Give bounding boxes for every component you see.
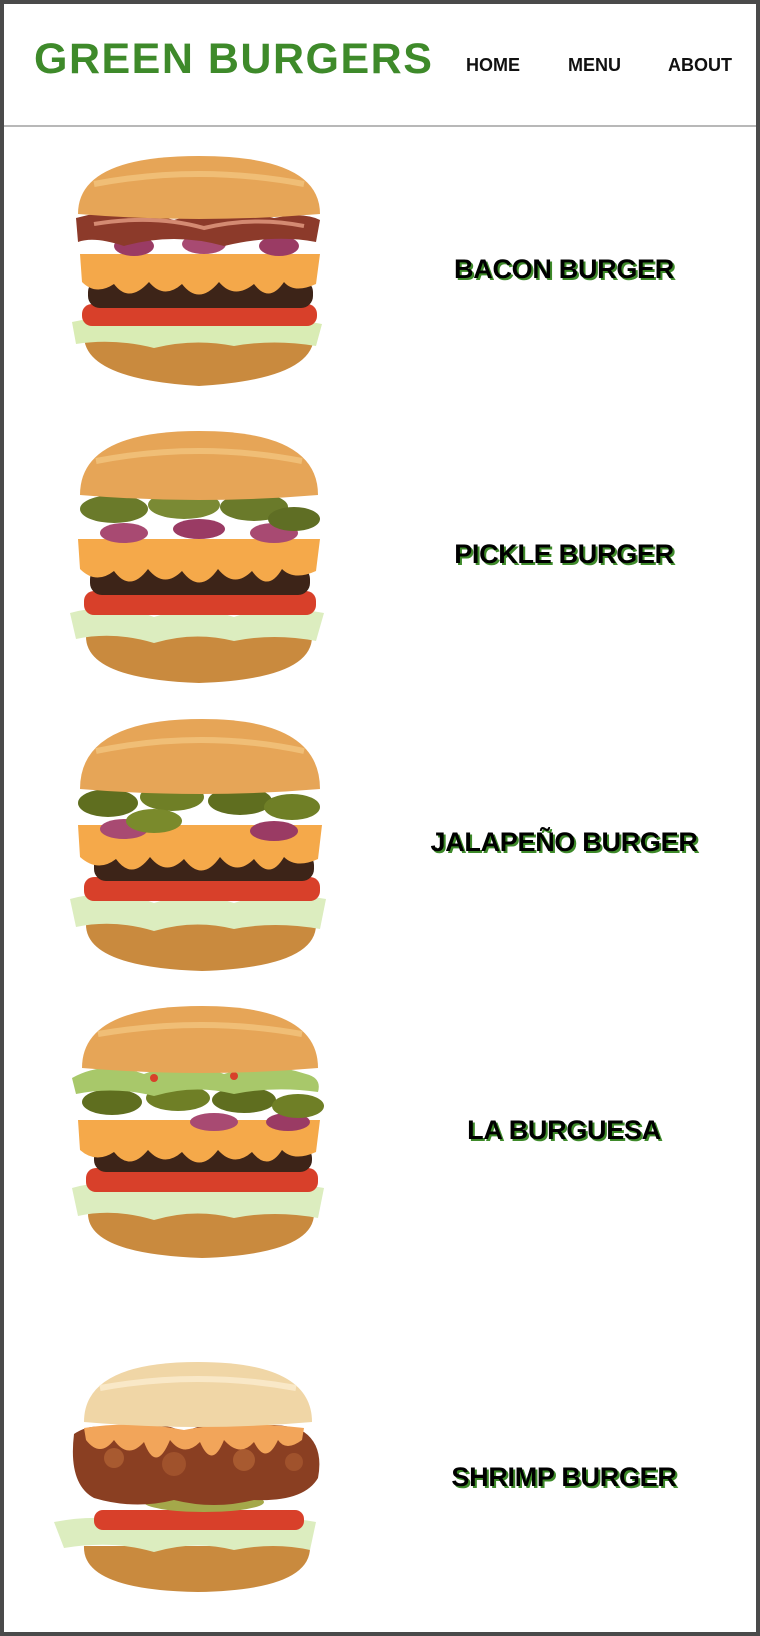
nav-home-link[interactable]: HOME	[466, 56, 520, 74]
la-burguesa-image	[72, 1006, 324, 1258]
pickle-burger-image	[70, 431, 324, 683]
bacon-burger-image	[72, 156, 322, 386]
nav-menu-link[interactable]: MENU	[568, 56, 621, 74]
menu-item-name[interactable]: LA BURGUESA	[374, 1117, 754, 1144]
page-frame: GREEN BURGERS HOME MENU ABOUT BACON BURG…	[0, 0, 760, 1636]
menu-item-name[interactable]: SHRIMP BURGER	[374, 1464, 754, 1491]
site-logo-text[interactable]: GREEN BURGERS	[34, 38, 433, 81]
menu-item-name[interactable]: BACON BURGER	[374, 256, 754, 283]
menu-item-name[interactable]: PICKLE BURGER	[374, 541, 754, 568]
menu-item-name[interactable]: JALAPEÑO BURGER	[374, 829, 754, 856]
site-header: GREEN BURGERS HOME MENU ABOUT	[4, 4, 756, 127]
nav-about-link[interactable]: ABOUT	[668, 56, 732, 74]
jalapeno-burger-image	[70, 719, 326, 971]
shrimp-burger-image	[54, 1362, 320, 1592]
